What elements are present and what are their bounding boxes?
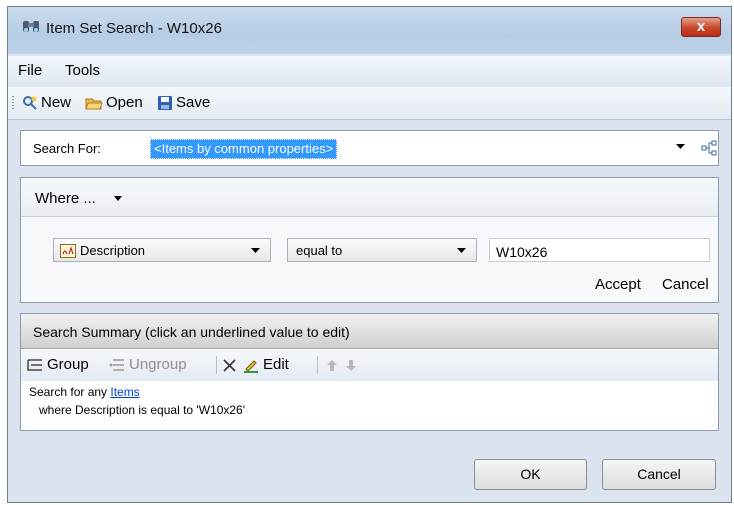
toolbar-separator [216,356,217,374]
where-dropdown-icon[interactable] [114,196,122,201]
chevron-down-icon [251,248,260,253]
new-button[interactable]: New [22,94,71,111]
move-up-icon[interactable] [327,360,337,371]
open-folder-icon [85,98,103,109]
close-button[interactable]: x [681,17,721,37]
summary-line-2: where Description is equal to 'W10x26' [39,403,246,417]
ungroup-button[interactable]: Ungroup [109,356,187,373]
search-for-panel: Search For: <Items by common properties> [20,130,719,166]
menu-tools[interactable]: Tools [65,62,100,79]
search-summary-panel: Search Summary (click an underlined valu… [20,313,719,431]
where-header: Where ... [21,178,718,217]
operator-value: equal to [296,243,343,258]
summary-line-1: Search for any Items [29,385,140,399]
dropdown-arrow-icon[interactable] [676,144,685,150]
group-label: Group [47,356,89,373]
cancel-where-button[interactable]: Cancel [662,276,709,293]
value-input[interactable]: W10x26 [489,238,710,262]
ungroup-label: Ungroup [129,356,187,373]
new-label: New [41,94,72,111]
menu-bar: File Tools [8,56,731,86]
toolbar-grip [12,96,14,110]
property-value: Description [80,243,146,258]
item-set-search-dialog: Item Set Search - W10x26 x File Tools Ne… [7,6,732,503]
hierarchy-icon[interactable] [701,140,717,156]
window-title: Item Set Search - W10x26 [46,20,222,37]
where-panel: Where ... Description equal to W10x26 Ac… [20,177,719,303]
summary-line-1-prefix: Search for any [29,385,108,399]
operator-dropdown[interactable]: equal to [287,238,477,262]
move-down-icon[interactable] [346,360,356,371]
where-label[interactable]: Where ... [35,190,96,207]
toolbar-separator [317,356,318,374]
main-toolbar: New Open Save [8,87,731,120]
open-button[interactable]: Open [85,94,143,111]
new-search-icon [23,95,37,110]
group-button[interactable]: Group [27,356,89,373]
ok-button[interactable]: OK [474,459,587,490]
save-button[interactable]: Save [157,94,210,111]
summary-header: Search Summary (click an underlined valu… [21,314,718,349]
save-disk-icon [158,95,172,110]
edit-button[interactable]: Edit [243,356,289,373]
chevron-down-icon [457,248,466,253]
open-label: Open [106,94,143,111]
edit-label: Edit [263,356,289,373]
delete-x-icon[interactable] [223,359,236,372]
cancel-button[interactable]: Cancel [602,459,716,490]
summary-toolbar: Group Ungroup Edit [21,349,718,381]
save-label: Save [176,94,211,111]
summary-title: Search Summary (click an underlined valu… [33,324,350,340]
accept-button[interactable]: Accept [595,276,641,293]
title-bar[interactable]: Item Set Search - W10x26 x [8,7,731,54]
group-icon [27,358,42,371]
menu-file[interactable]: File [18,62,42,79]
search-for-label: Search For: [33,141,101,156]
close-icon: x [696,18,706,35]
items-link[interactable]: Items [110,385,139,399]
pencil-icon [244,359,258,373]
binoculars-icon [23,21,39,32]
ungroup-icon [109,358,124,371]
value-input-text: W10x26 [496,244,548,260]
property-dropdown[interactable]: Description [53,238,271,262]
search-for-select[interactable]: <Items by common properties> [150,139,338,159]
text-property-icon [60,244,76,258]
